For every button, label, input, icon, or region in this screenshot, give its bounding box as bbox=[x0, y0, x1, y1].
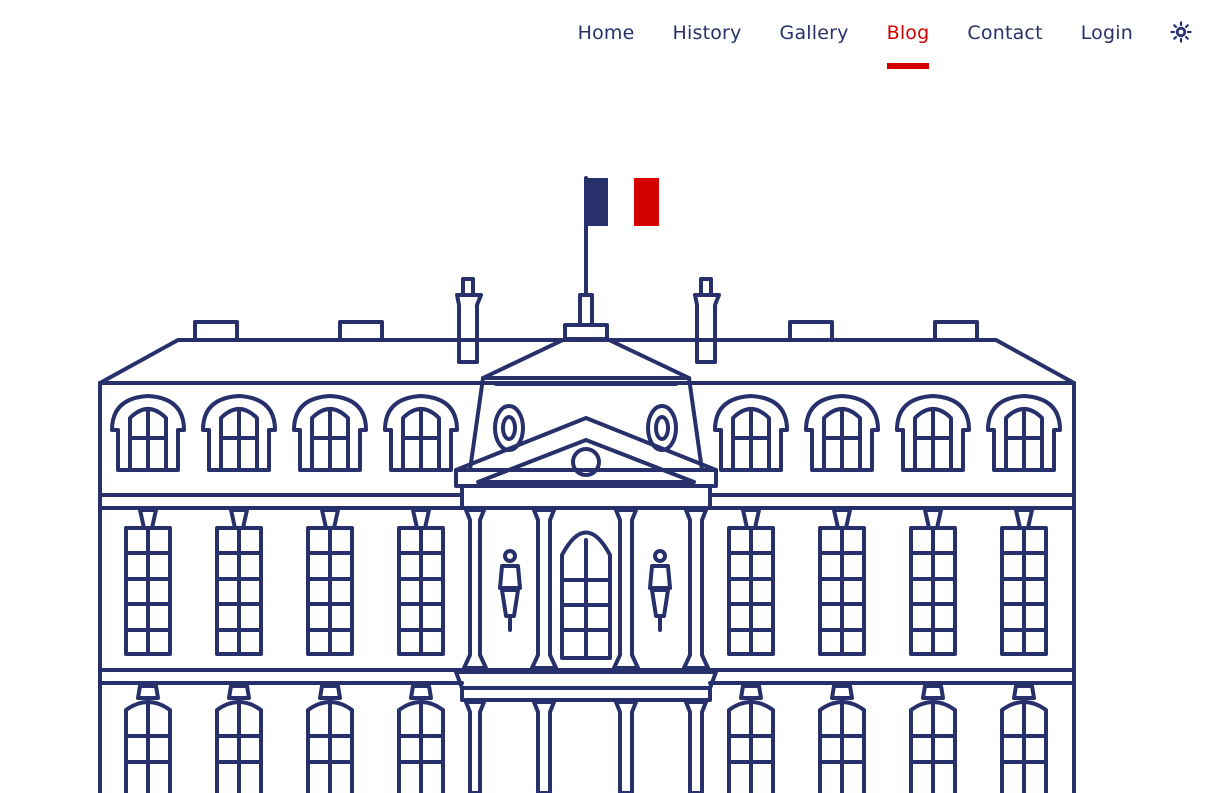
window-keystone bbox=[409, 684, 433, 700]
french-flag bbox=[584, 176, 659, 297]
window-keystone bbox=[138, 508, 158, 530]
nav-item-contact[interactable]: Contact bbox=[967, 20, 1042, 46]
palace-illustration bbox=[98, 176, 1076, 793]
nav-item-gallery[interactable]: Gallery bbox=[780, 20, 849, 46]
nav-item-history[interactable]: History bbox=[673, 20, 742, 46]
window-keystone bbox=[229, 508, 249, 530]
window-keystone bbox=[923, 508, 943, 530]
sun-icon bbox=[1170, 21, 1192, 43]
window-keystone bbox=[830, 684, 854, 700]
window-keystone bbox=[1014, 508, 1034, 530]
window-keystone bbox=[411, 508, 431, 530]
nav-item-login[interactable]: Login bbox=[1081, 20, 1133, 46]
window-keystone bbox=[741, 508, 761, 530]
window-keystone bbox=[1012, 684, 1036, 700]
window-keystone bbox=[921, 684, 945, 700]
window-keystone bbox=[227, 684, 251, 700]
window-keystone bbox=[739, 684, 763, 700]
window-keystone bbox=[832, 508, 852, 530]
window-keystone bbox=[136, 684, 160, 700]
nav-item-blog[interactable]: Blog bbox=[886, 20, 930, 69]
main-navigation: Home History Gallery Blog Contact Login bbox=[540, 0, 1211, 72]
nav-item-home[interactable]: Home bbox=[578, 20, 635, 46]
theme-toggle-button[interactable] bbox=[1169, 19, 1193, 45]
window-keystone bbox=[318, 684, 342, 700]
window-keystone bbox=[320, 508, 340, 530]
